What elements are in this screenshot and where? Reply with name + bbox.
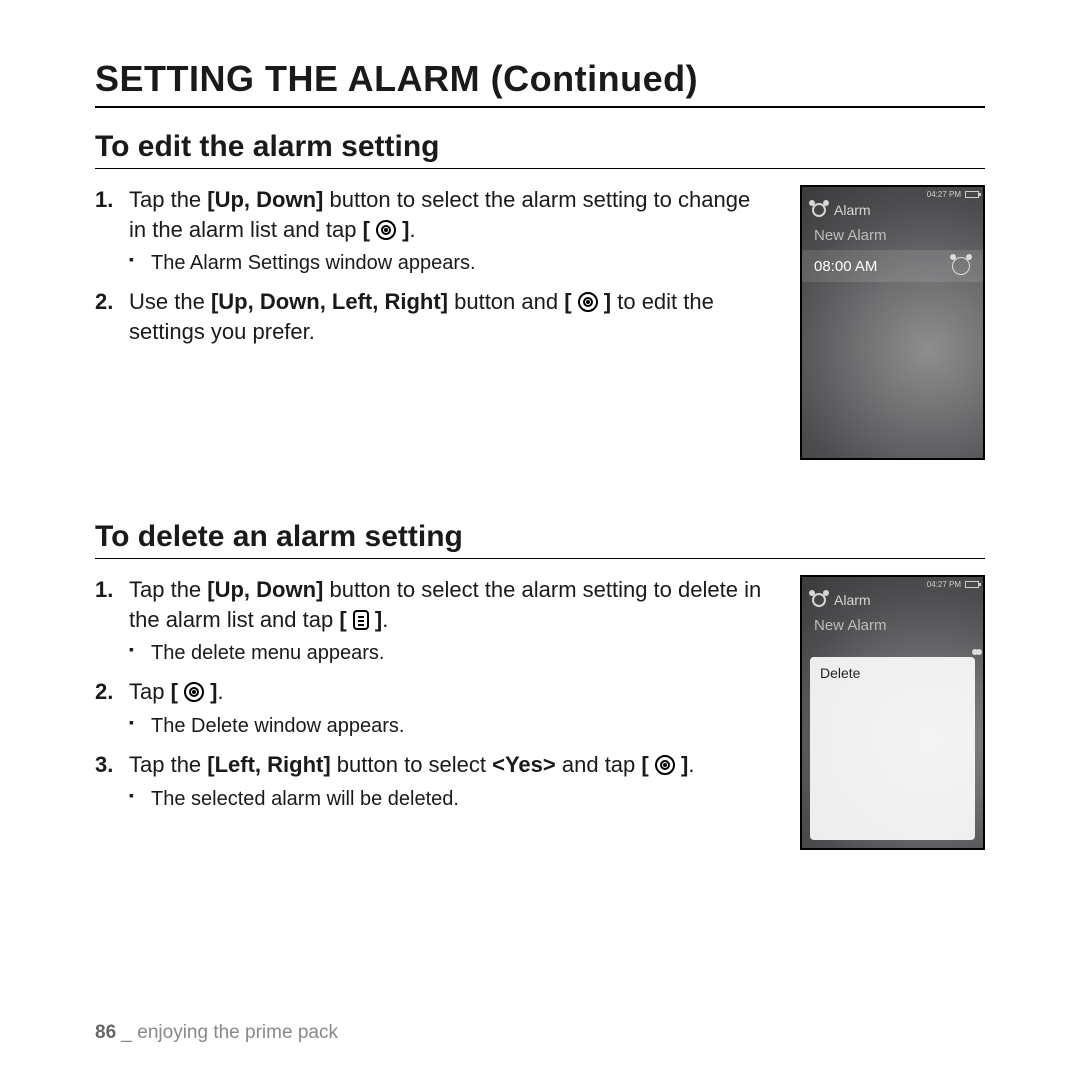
t: button and [448,289,564,314]
delete-step-2-sub: The Delete window appears. [129,713,772,740]
alarm-clock-icon [810,201,828,219]
t: . [218,679,224,704]
t: Use the [129,289,211,314]
edit-step-2: Use the [Up, Down, Left, Right] button a… [95,287,772,346]
t: <Yes> [492,752,556,777]
select-button-icon [655,755,675,775]
chapter-name: enjoying the prime pack [137,1022,338,1043]
device-popup-menu: Delete [810,657,975,840]
page-number: 86 [95,1022,116,1043]
select-button-icon [376,220,396,240]
device-row-new-alarm: New Alarm [802,221,983,250]
t: ] [210,679,217,704]
section-edit: To edit the alarm setting Tap the [Up, D… [95,130,985,460]
t: Tap the [129,577,207,602]
delete-step-1-sub: The delete menu appears. [129,640,772,667]
footer-separator: _ [121,1022,132,1043]
menu-button-icon [353,610,369,630]
t: . [688,752,694,777]
device-header-label: Alarm [834,202,871,218]
section-delete: To delete an alarm setting Tap the [Up, … [95,520,985,850]
t: [ [641,752,648,777]
device-screenshot-delete: 04:27 PM Alarm New Alarm Delete [800,575,985,850]
device-statusbar: 04:27 PM [802,577,983,591]
section-edit-title: To edit the alarm setting [95,130,985,169]
page-footer: 86 _ enjoying the prime pack [95,1022,338,1044]
device-status-time: 04:27 PM [927,580,961,589]
t: [Up, Down] [207,577,323,602]
t: button to select [331,752,492,777]
battery-icon [965,581,979,588]
battery-icon [965,191,979,198]
device-statusbar: 04:27 PM [802,187,983,201]
t: [Up, Down, Left, Right] [211,289,448,314]
t: . [382,607,388,632]
t: Tap the [129,752,207,777]
edit-step-1: Tap the [Up, Down] button to select the … [95,185,772,277]
popup-item-delete: Delete [820,665,965,681]
select-button-icon [184,682,204,702]
edit-step-1-sub: The Alarm Settings window appears. [129,250,772,277]
t: Tap [129,679,171,704]
select-button-icon [578,292,598,312]
device-header-label: Alarm [834,592,871,608]
device-status-time: 04:27 PM [927,190,961,199]
device-row-time: 08:00 AM [814,258,877,275]
delete-step-3-sub: The selected alarm will be deleted. [129,786,772,813]
t: [ [564,289,571,314]
delete-step-2: Tap [ ]. The Delete window appears. [95,677,772,740]
t: . [409,217,415,242]
device-screenshot-edit: 04:27 PM Alarm New Alarm 08:00 AM [800,185,985,460]
delete-step-3: Tap the [Left, Right] button to select <… [95,750,772,813]
t: [ [363,217,370,242]
delete-step-1: Tap the [Up, Down] button to select the … [95,575,772,667]
device-row-new-alarm: New Alarm [802,611,983,640]
t: [Left, Right] [207,752,330,777]
alarm-clock-icon [951,256,971,276]
alarm-clock-icon [810,591,828,609]
t: [Up, Down] [207,187,323,212]
t: and tap [556,752,642,777]
section-delete-title: To delete an alarm setting [95,520,985,559]
page-title: SETTING THE ALARM (Continued) [95,58,985,108]
t: [ [339,607,346,632]
t: Tap the [129,187,207,212]
t: [ [171,679,178,704]
device-row-selected-alarm: 08:00 AM [802,250,983,282]
